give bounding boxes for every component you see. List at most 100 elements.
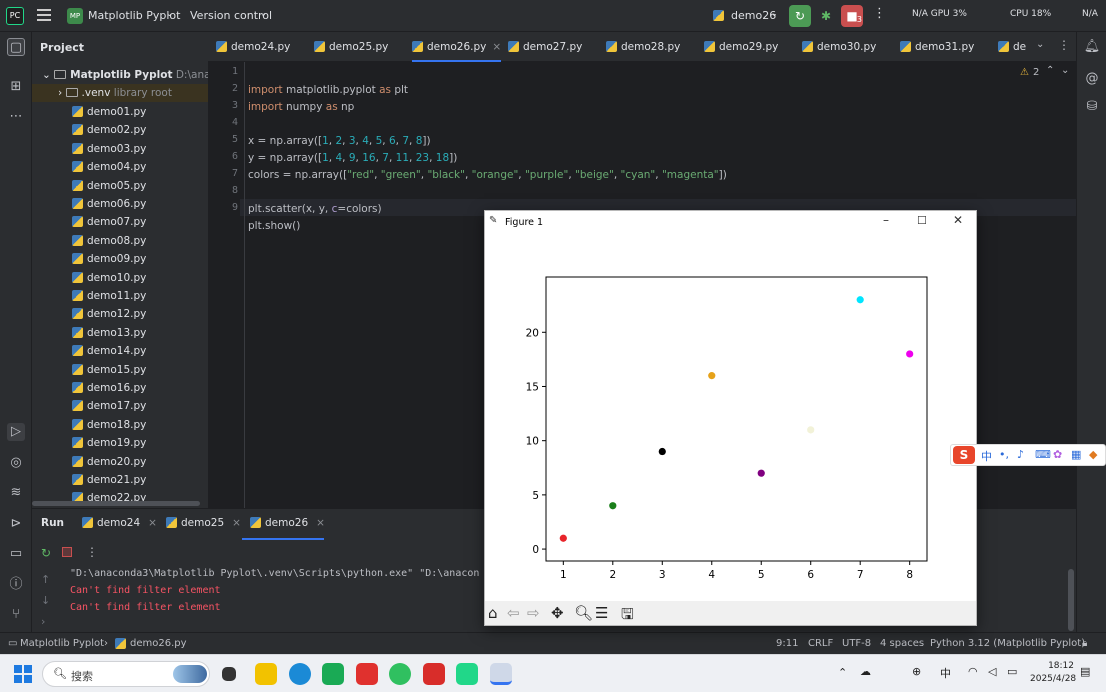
wps-office-icon[interactable]: [423, 663, 445, 685]
cursor-position[interactable]: 9:11: [776, 638, 798, 649]
editor-tab[interactable]: demo24.py: [216, 32, 290, 62]
forward-icon[interactable]: ⇨: [527, 604, 540, 622]
punctuation-icon[interactable]: •,: [999, 448, 1009, 461]
tree-file[interactable]: demo03.py: [32, 140, 208, 158]
warning-icon[interactable]: ⚠: [1020, 67, 1029, 78]
project-tool-icon[interactable]: ▢: [7, 38, 25, 56]
ime-tray-icon[interactable]: ⊕: [912, 665, 921, 678]
volume-icon[interactable]: ◁: [988, 665, 996, 678]
tree-file[interactable]: demo04.py: [32, 158, 208, 176]
microphone-icon[interactable]: ♪: [1017, 448, 1024, 461]
more-icon[interactable]: ⋮: [86, 545, 98, 559]
notifications-icon[interactable]: 🔔︎: [1083, 38, 1101, 56]
zoom-icon[interactable]: 🔍︎: [574, 604, 593, 622]
structure-icon[interactable]: ⊞: [7, 78, 25, 96]
problems-icon[interactable]: ⓘ: [7, 576, 25, 594]
tree-file[interactable]: demo13.py: [32, 324, 208, 342]
tree-file[interactable]: demo20.py: [32, 453, 208, 471]
database-icon[interactable]: ⛁: [1083, 98, 1101, 116]
tab-list-icon[interactable]: ⌄: [1036, 39, 1044, 50]
editor-tab[interactable]: demo31.py: [900, 32, 974, 62]
tree-file[interactable]: demo09.py: [32, 250, 208, 268]
tree-file[interactable]: demo06.py: [32, 195, 208, 213]
rerun-icon[interactable]: ↻: [41, 546, 51, 560]
home-icon[interactable]: ⌂: [488, 604, 498, 622]
layers-icon[interactable]: ≋: [7, 484, 25, 502]
clock-time[interactable]: 18:12: [1030, 661, 1074, 671]
editor-tab[interactable]: demo25.py: [314, 32, 388, 62]
indent-setting[interactable]: 4 spaces: [880, 638, 924, 649]
minimize-button[interactable]: –: [883, 213, 889, 227]
configure-subplots-icon[interactable]: ☰: [595, 604, 608, 622]
expand-icon[interactable]: ›: [41, 615, 45, 628]
pan-icon[interactable]: ✥: [551, 604, 564, 622]
tree-file[interactable]: demo17.py: [32, 397, 208, 415]
skin-icon[interactable]: ✿: [1053, 448, 1062, 461]
python-interpreter[interactable]: Python 3.12 (Matplotlib Pyplot): [930, 638, 1085, 649]
stop-icon[interactable]: [62, 547, 72, 557]
breadcrumb-file[interactable]: demo26.py: [130, 638, 187, 649]
windows-start-icon[interactable]: [14, 665, 32, 683]
clock-date[interactable]: 2025/4/28: [1030, 674, 1076, 684]
close-tab-icon[interactable]: ×: [232, 517, 241, 529]
tree-file[interactable]: demo15.py: [32, 361, 208, 379]
editor-tab[interactable]: demo28.py: [606, 32, 680, 62]
console-scrollbar[interactable]: [1068, 569, 1074, 631]
tree-file[interactable]: demo11.py: [32, 287, 208, 305]
breadcrumb-project[interactable]: Matplotlib Pyplot: [20, 638, 104, 649]
editor-tab[interactable]: demo26.py ×: [412, 32, 502, 62]
terminal-icon[interactable]: ▭: [7, 545, 25, 563]
task-view-icon[interactable]: [222, 667, 236, 681]
close-tab-icon[interactable]: ×: [492, 41, 501, 53]
main-menu-icon[interactable]: [37, 9, 51, 21]
editor-tab[interactable]: de: [998, 32, 1026, 62]
run-tab[interactable]: demo25 ×: [166, 517, 241, 529]
prev-warning-icon[interactable]: ⌃: [1046, 65, 1054, 76]
tree-file[interactable]: demo21.py: [32, 471, 208, 489]
scatter-plot[interactable]: 1 2 3 4 5 6 7 8 0 5 10 15 20: [485, 233, 976, 601]
run-tab[interactable]: demo26 ×: [250, 517, 325, 529]
rerun-button[interactable]: ↻: [789, 5, 811, 27]
wechat-icon[interactable]: [389, 663, 411, 685]
scroll-down-icon[interactable]: ↓: [41, 594, 50, 607]
tree-file[interactable]: demo02.py: [32, 121, 208, 139]
pycharm-taskbar-icon[interactable]: [456, 663, 478, 685]
debug-icon[interactable]: ✱: [815, 5, 837, 27]
tree-venv[interactable]: › .venv library root: [32, 84, 208, 102]
onedrive-icon[interactable]: ☁︎: [860, 665, 871, 678]
file-explorer-icon[interactable]: [255, 663, 277, 685]
matplotlib-figure-taskbar-icon[interactable]: [490, 663, 512, 685]
lock-icon[interactable]: 🔒︎: [1082, 638, 1087, 649]
editor-tab[interactable]: demo29.py: [704, 32, 778, 62]
tray-overflow-icon[interactable]: ⌃: [838, 666, 847, 679]
tree-file[interactable]: demo14.py: [32, 342, 208, 360]
run-config-selector[interactable]: demo26: [731, 9, 776, 22]
tree-file[interactable]: demo05.py: [32, 177, 208, 195]
toolbox-icon[interactable]: ▦: [1071, 448, 1081, 461]
file-encoding[interactable]: UTF-8: [842, 638, 871, 649]
close-tab-icon[interactable]: ×: [316, 517, 325, 529]
run-tool-icon[interactable]: ▷: [7, 423, 25, 441]
editor-tab[interactable]: demo27.py: [508, 32, 582, 62]
git-icon[interactable]: ⑂: [7, 606, 25, 624]
store-icon[interactable]: [322, 663, 344, 685]
wifi-icon[interactable]: ◠: [968, 665, 978, 678]
services-icon[interactable]: ⊳: [7, 515, 25, 533]
tree-file[interactable]: demo07.py: [32, 213, 208, 231]
maximize-button[interactable]: ☐: [917, 214, 927, 227]
close-button[interactable]: ✕: [953, 213, 963, 227]
run-tab[interactable]: demo24 ×: [82, 517, 157, 529]
sogou-logo-icon[interactable]: S: [953, 446, 975, 464]
tree-file[interactable]: demo16.py: [32, 379, 208, 397]
project-hscrollbar[interactable]: [32, 501, 200, 506]
taskbar-search-box[interactable]: 🔍︎ 搜索: [42, 661, 210, 687]
python-console-icon[interactable]: ◎: [7, 454, 25, 472]
more-icon[interactable]: ⋮: [873, 6, 886, 21]
more-tools-icon[interactable]: ⋯: [7, 108, 25, 126]
ime-mode-icon[interactable]: 中: [940, 665, 951, 681]
next-warning-icon[interactable]: ⌄: [1061, 65, 1069, 76]
save-figure-icon[interactable]: 🖫: [621, 604, 634, 629]
edge-icon[interactable]: [289, 663, 311, 685]
ai-assistant-icon[interactable]: @: [1083, 70, 1101, 88]
keyboard-icon[interactable]: ⌨: [1035, 448, 1051, 461]
